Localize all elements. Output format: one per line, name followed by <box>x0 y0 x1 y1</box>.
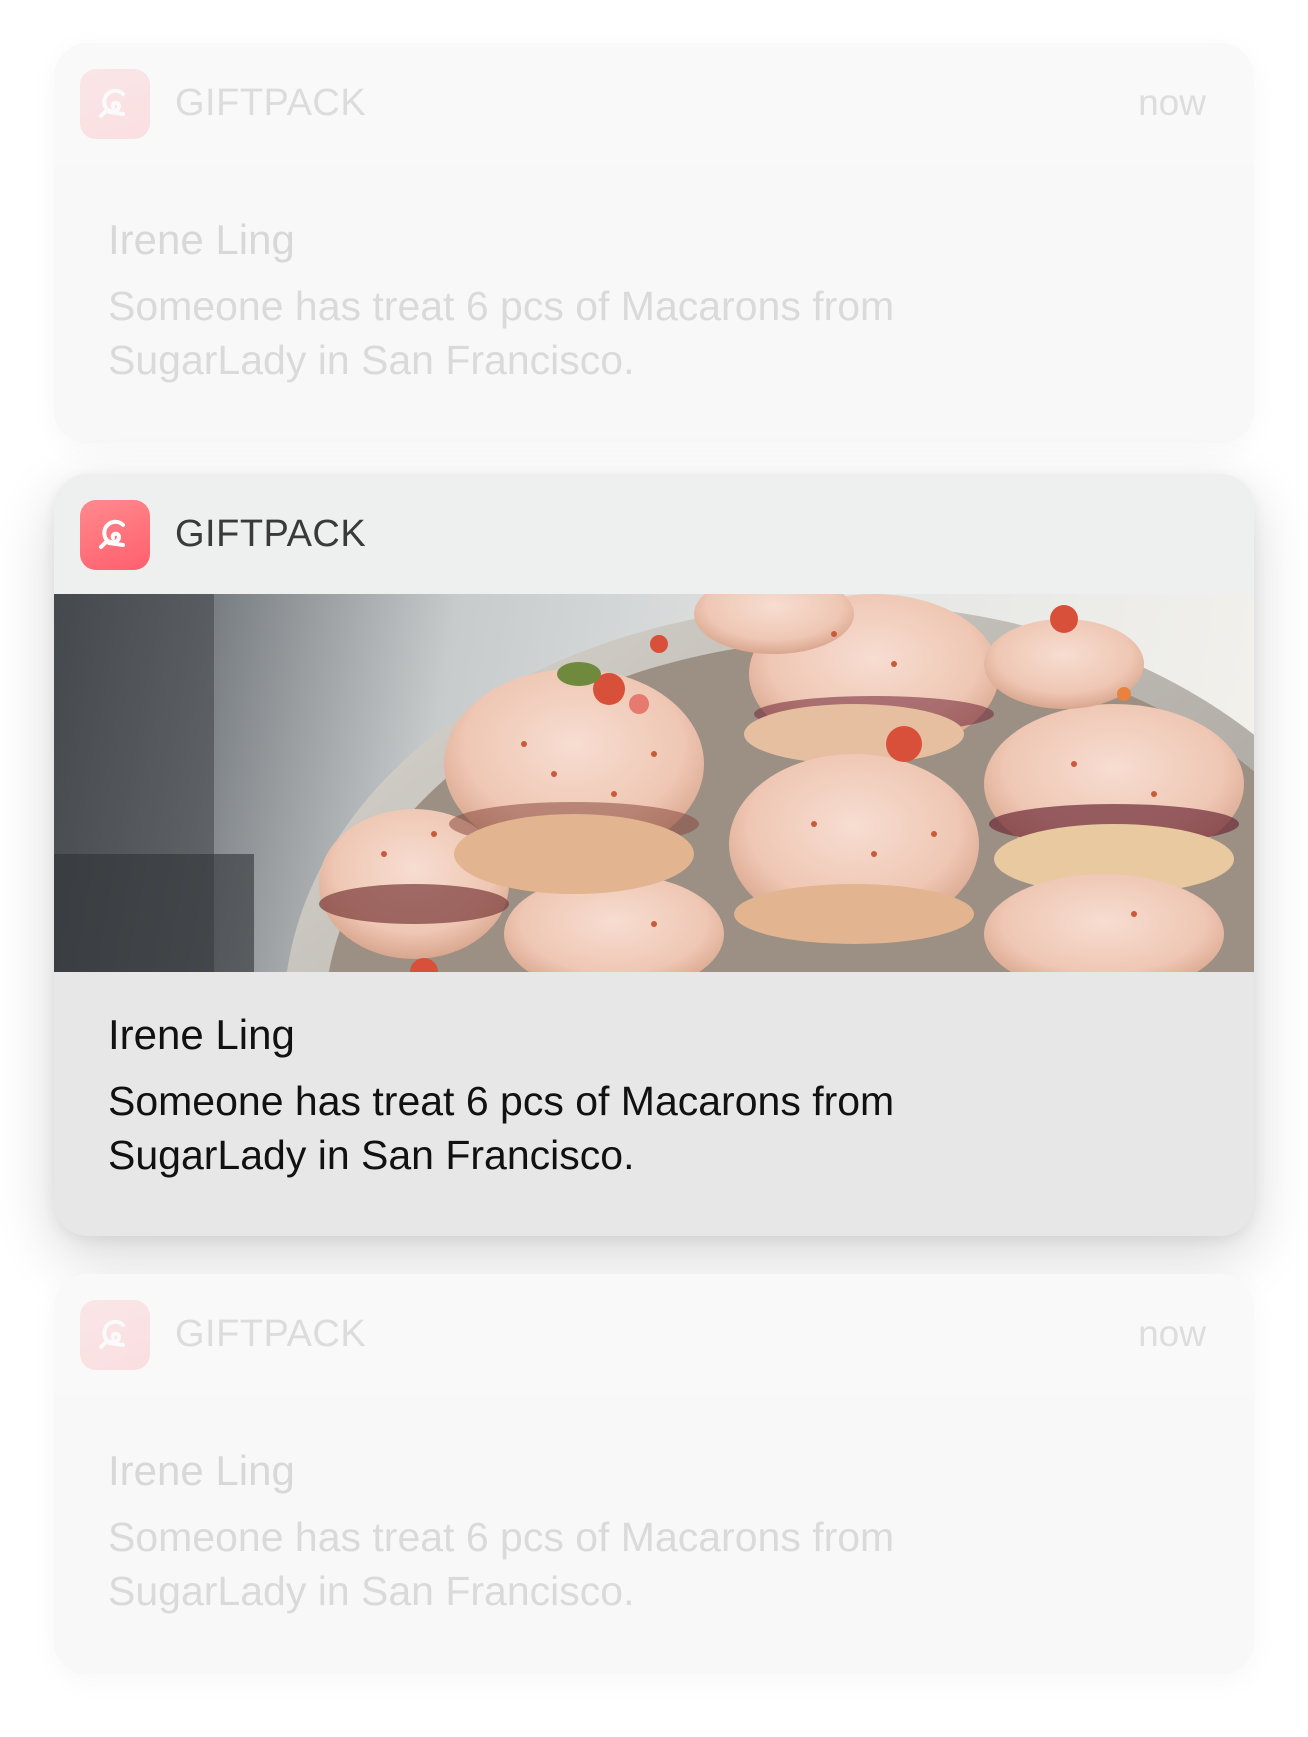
notification-header: GIFTPACK now <box>54 43 1254 163</box>
giftpack-logo-icon <box>80 1300 150 1370</box>
app-name: GIFTPACK <box>175 82 367 124</box>
notification-header: GIFTPACK now <box>54 1274 1254 1394</box>
sender-name: Irene Ling <box>108 1447 295 1494</box>
timestamp: now <box>1138 1313 1206 1354</box>
notification-body: Irene Ling Someone has treat 6 pcs of Ma… <box>54 972 1254 1236</box>
notification-message: Someone has treat 6 pcs of Macarons from… <box>108 1514 895 1614</box>
notification-header: GIFTPACK <box>54 474 1254 594</box>
sender-name: Irene Ling <box>108 216 295 263</box>
notification-card-main[interactable]: GIFTPACK Irene Ling Someone has treat 6 … <box>54 474 1254 1236</box>
timestamp: now <box>1138 82 1206 123</box>
giftpack-logo-icon <box>80 69 150 139</box>
giftpack-logo-icon <box>80 500 150 570</box>
app-name: GIFTPACK <box>175 513 367 555</box>
app-name: GIFTPACK <box>175 1313 367 1355</box>
notification-body: Irene Ling Someone has treat 6 pcs of Ma… <box>54 163 1254 443</box>
notification-card-top[interactable]: GIFTPACK now Irene Ling Someone has trea… <box>54 43 1254 444</box>
notification-message: Someone has treat 6 pcs of Macarons from… <box>108 1078 895 1178</box>
macarons-photo <box>54 594 1254 972</box>
notification-card-bottom[interactable]: GIFTPACK now Irene Ling Someone has trea… <box>54 1274 1254 1675</box>
sender-name: Irene Ling <box>108 1011 295 1058</box>
notification-body: Irene Ling Someone has treat 6 pcs of Ma… <box>54 1394 1254 1674</box>
notification-message: Someone has treat 6 pcs of Macarons from… <box>108 283 895 383</box>
